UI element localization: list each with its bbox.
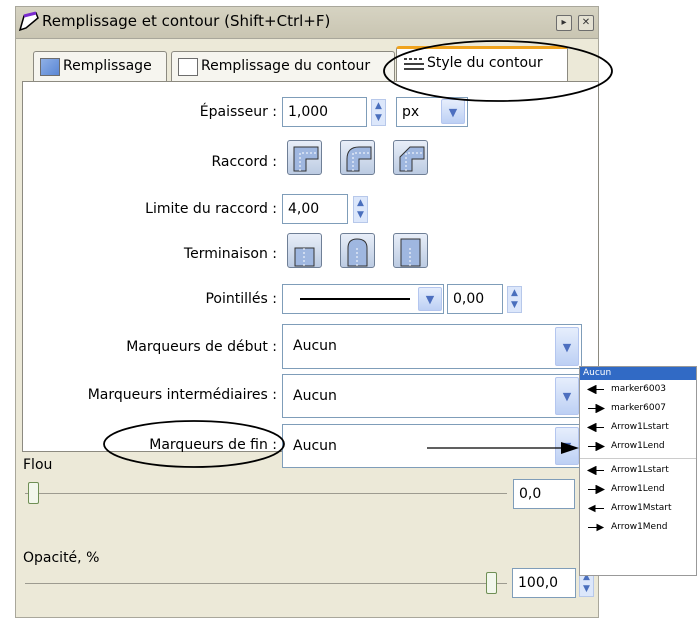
round-cap-button[interactable] [340, 233, 375, 268]
arrow-left-icon [587, 423, 604, 432]
stroke-width-input[interactable]: 1,000 [282, 97, 367, 127]
blur-value-input[interactable]: 0,0 [513, 479, 575, 509]
arrow-right-small-icon [588, 523, 605, 532]
marker-option-label: Arrow1Lstart [611, 465, 669, 475]
mid-markers-dropdown-button[interactable]: ▼ [555, 377, 579, 415]
marker-option-selected[interactable]: Aucun [580, 367, 696, 380]
butt-cap-icon [294, 247, 315, 267]
marker-option[interactable]: Arrow1Lstart [580, 461, 696, 480]
marker-option-label: Arrow1Lend [611, 441, 665, 451]
arrow-right-icon [588, 442, 605, 451]
fill-stroke-icon [18, 11, 39, 32]
miter-limit-input[interactable]: 4,00 [282, 194, 348, 224]
join-label: Raccord : [211, 154, 277, 170]
marker-option-label: Arrow1Mend [611, 522, 668, 532]
square-cap-icon [400, 238, 421, 267]
opacity-slider-track[interactable] [25, 583, 507, 584]
arrow-left-small-icon [587, 504, 604, 513]
marker-option[interactable]: marker6003 [580, 380, 696, 399]
marker-option[interactable]: Arrow1Mend [580, 518, 696, 537]
annotation-arrow [427, 442, 579, 454]
tab-stroke-paint-label: Remplissage du contour [201, 58, 371, 74]
butt-cap-button[interactable] [287, 233, 322, 268]
marker-option-label: Arrow1Lstart [611, 422, 669, 432]
opacity-value-input[interactable]: 100,0 [512, 568, 576, 598]
arrow-left-icon [587, 466, 604, 475]
marker-option-label: marker6003 [611, 384, 667, 394]
blur-label: Flou [23, 457, 53, 473]
start-markers-label: Marqueurs de début : [126, 339, 277, 355]
width-label: Épaisseur : [199, 104, 277, 120]
square-cap-button[interactable] [393, 233, 428, 268]
marker-option-label: marker6007 [611, 403, 667, 413]
unit-value: px [402, 104, 420, 120]
opacity-slider-thumb[interactable] [486, 572, 497, 594]
marker-option[interactable]: Arrow1Mstart [580, 499, 696, 518]
start-markers-select[interactable]: Aucun [282, 324, 582, 369]
dash-offset-spinner[interactable]: ▲ ▼ [507, 286, 522, 313]
bevel-join-icon [399, 146, 425, 172]
round-cap-icon [347, 238, 368, 267]
marker-option[interactable]: Arrow1Lend [580, 437, 696, 456]
marker-option-label: Arrow1Lend [611, 484, 665, 494]
close-panel-button[interactable]: ✕ [578, 15, 594, 31]
bevel-join-button[interactable] [393, 140, 428, 175]
marker-option[interactable]: Arrow1Lend [580, 480, 696, 499]
window-title: Remplissage et contour (Shift+Ctrl+F) [42, 12, 331, 30]
miter-join-button[interactable] [287, 140, 322, 175]
tab-fill-label: Remplissage [63, 58, 152, 74]
marker-option[interactable]: marker6007 [580, 399, 696, 418]
marker-dropdown-list: Aucun marker6003 marker6007 Arrow1Lstart Ar… [579, 366, 697, 576]
end-markers-highlight-ellipse [103, 420, 285, 468]
round-join-icon [346, 146, 372, 172]
dash-dropdown-button[interactable]: ▼ [418, 287, 442, 311]
fill-swatch-icon [40, 58, 60, 76]
dash-offset-input[interactable]: 0,00 [447, 284, 503, 314]
opacity-label: Opacité, % [23, 550, 100, 566]
tab-stroke-paint[interactable]: Remplissage du contour [171, 51, 395, 81]
marker-option[interactable]: Arrow1Lstart [580, 418, 696, 437]
marker-list-separator [580, 458, 696, 459]
miter-limit-label: Limite du raccord : [145, 201, 277, 217]
arrow-left-icon [587, 385, 604, 394]
dash-label: Pointillés : [205, 291, 277, 307]
miter-limit-spinner[interactable]: ▲ ▼ [353, 196, 368, 223]
stroke-paint-icon [178, 58, 198, 76]
arrow-right-icon [588, 404, 605, 413]
tab-fill[interactable]: Remplissage [33, 51, 167, 81]
round-join-button[interactable] [340, 140, 375, 175]
miter-join-icon [293, 146, 319, 172]
blur-slider-track[interactable] [25, 493, 507, 494]
solid-line-preview [300, 298, 410, 300]
mid-markers-select[interactable]: Aucun [282, 374, 582, 418]
mid-markers-label: Marqueurs intermédiaires : [87, 387, 277, 403]
cap-label: Terminaison : [183, 246, 277, 262]
marker-option-label: Arrow1Mstart [611, 503, 672, 513]
arrow-right-icon [588, 485, 605, 494]
start-markers-dropdown-button[interactable]: ▼ [555, 327, 579, 366]
blur-slider-thumb[interactable] [28, 482, 39, 504]
tab-highlight-ellipse [383, 40, 613, 102]
panel-menu-button[interactable]: ▸ [556, 15, 572, 31]
